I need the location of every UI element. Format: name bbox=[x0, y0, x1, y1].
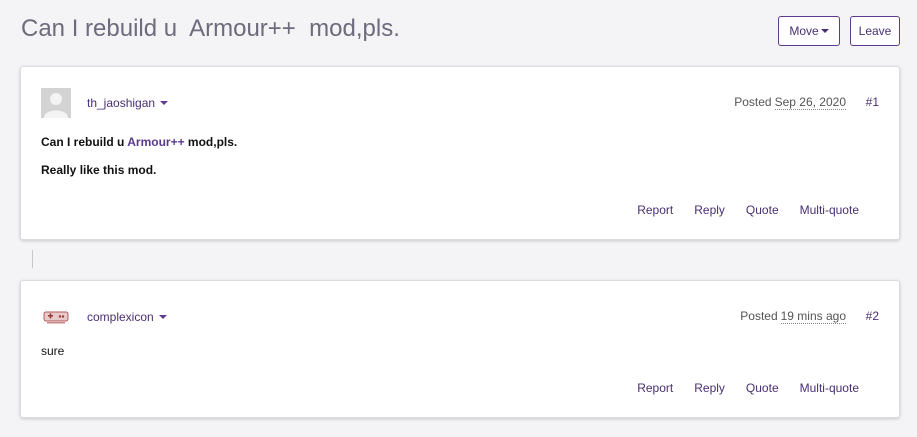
game-controller-avatar-icon[interactable] bbox=[41, 302, 71, 332]
topic-page: Can I rebuild u Armour++ mod,pls. Move L… bbox=[0, 0, 917, 437]
multi-quote-link[interactable]: Multi-quote bbox=[800, 203, 859, 217]
post-timestamp: Sep 26, 2020 bbox=[774, 95, 846, 110]
report-link[interactable]: Report bbox=[637, 381, 673, 395]
quote-link[interactable]: Quote bbox=[746, 381, 779, 395]
reply-link[interactable]: Reply bbox=[694, 381, 725, 395]
post-number-link[interactable]: #2 bbox=[866, 309, 879, 323]
leave-button-label: Leave bbox=[858, 24, 892, 38]
report-link[interactable]: Report bbox=[637, 203, 673, 217]
move-button[interactable]: Move bbox=[778, 16, 840, 46]
post-body-line: Really like this mod. bbox=[41, 163, 157, 177]
posted-label: Posted bbox=[734, 95, 772, 109]
body-text: mod,pls. bbox=[184, 135, 238, 149]
author-name: th_jaoshigan bbox=[87, 96, 156, 110]
caret-down-icon bbox=[158, 314, 167, 319]
post-body: sure bbox=[41, 344, 65, 358]
post-date: Posted 19 mins ago bbox=[740, 309, 846, 324]
posted-label: Posted bbox=[740, 309, 778, 323]
default-user-avatar-icon[interactable] bbox=[41, 88, 71, 118]
move-button-label: Move bbox=[789, 24, 819, 38]
caret-down-icon bbox=[820, 28, 829, 33]
post-timestamp: 19 mins ago bbox=[780, 309, 846, 324]
post-actions: Report Reply Quote Multi-quote bbox=[637, 203, 899, 217]
post-2: complexicon Posted 19 mins ago #2 sure Re… bbox=[20, 280, 900, 418]
post-author[interactable]: complexicon bbox=[87, 310, 167, 324]
post-body: Can I rebuild u Armour++ mod,pls. Really… bbox=[41, 135, 237, 191]
post-connector bbox=[32, 250, 33, 268]
page-title: Can I rebuild u Armour++ mod,pls. bbox=[21, 15, 400, 42]
reply-link[interactable]: Reply bbox=[694, 203, 725, 217]
leave-button[interactable]: Leave bbox=[850, 16, 900, 46]
post-body-line: Can I rebuild u Armour++ mod,pls. bbox=[41, 135, 237, 149]
mod-link[interactable]: Armour++ bbox=[127, 135, 184, 149]
multi-quote-link[interactable]: Multi-quote bbox=[800, 381, 859, 395]
body-text: Can I rebuild u bbox=[41, 135, 128, 149]
post-1: th_jaoshigan Posted Sep 26, 2020 #1 Can I… bbox=[20, 66, 900, 240]
quote-link[interactable]: Quote bbox=[746, 203, 779, 217]
post-actions: Report Reply Quote Multi-quote bbox=[637, 381, 899, 395]
post-number-link[interactable]: #1 bbox=[866, 95, 879, 109]
post-author[interactable]: th_jaoshigan bbox=[87, 96, 169, 110]
author-name: complexicon bbox=[87, 310, 154, 324]
caret-down-icon bbox=[160, 100, 169, 105]
post-date: Posted Sep 26, 2020 bbox=[734, 95, 846, 110]
